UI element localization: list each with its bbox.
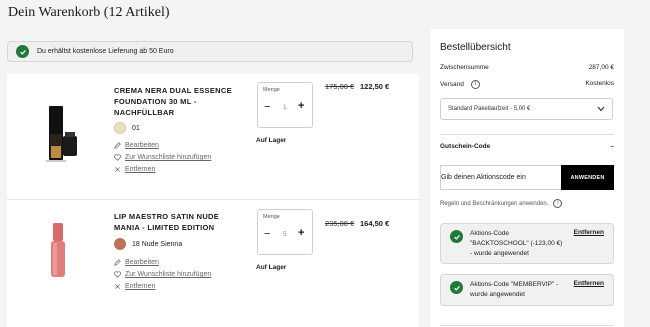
edit-link[interactable]: Bearbeiten: [114, 259, 159, 266]
summary-title: Bestellübersicht: [440, 42, 511, 53]
heart-icon: [114, 154, 121, 161]
promo-text: Aktions-Code "BACKTOSCHOOL" (-123,00 €) …: [470, 230, 563, 257]
voucher-label: Gutschein-Code: [440, 143, 491, 150]
shade-swatch: [114, 238, 126, 250]
pencil-icon: [114, 259, 121, 266]
discounted-price: 164,50 €: [360, 219, 390, 228]
stock-status: Auf Lager: [256, 264, 287, 271]
shade-selector: 01: [114, 122, 140, 134]
notice-text: Du erhältst kostenlose Lieferung ab 50 E…: [37, 48, 174, 55]
remove-label: Entfernen: [125, 166, 156, 173]
applied-promo: Aktions-Code "BACKTOSCHOOL" (-123,00 €) …: [440, 223, 614, 264]
cart-items: CREMA NERA DUAL ESSENCE FOUNDATION 30 ML…: [7, 74, 419, 327]
quantity-value[interactable]: 1: [283, 104, 287, 111]
wishlist-label: Zur Wunschliste hinzufügen: [125, 154, 212, 161]
voucher-toggle[interactable]: Gutschein-Code –: [440, 143, 614, 150]
subtotal-row: Zwischensumme 287,00 €: [440, 64, 614, 71]
edit-link[interactable]: Bearbeiten: [114, 142, 159, 149]
page-title: Dein Warenkorb (12 Artikel): [8, 5, 170, 20]
product-image-lipstick[interactable]: [29, 221, 87, 281]
promo-code-input[interactable]: Gib deinen Aktionscode ein: [440, 165, 561, 190]
quantity-stepper: Menge − 1 +: [257, 82, 313, 128]
shipping-value: Kostenlos: [585, 80, 614, 87]
divider: [440, 134, 614, 135]
free-delivery-notice: Du erhältst kostenlose Lieferung ab 50 E…: [7, 41, 413, 62]
remove-label: Entfernen: [125, 283, 156, 290]
check-icon: [450, 281, 463, 294]
remove-promo-button[interactable]: Entfernen: [574, 280, 604, 287]
applied-promo: Aktions-Code "MEMBERVIP" - wurde angewen…: [440, 274, 614, 306]
wishlist-label: Zur Wunschliste hinzufügen: [125, 271, 212, 278]
close-icon: [115, 284, 120, 289]
rules-text: Regeln und Beschränkungen anwenden.: [440, 200, 549, 207]
quantity-label: Menge: [263, 87, 280, 93]
wishlist-link[interactable]: Zur Wunschliste hinzufügen: [114, 154, 211, 161]
info-icon[interactable]: i: [553, 199, 563, 208]
info-icon[interactable]: i: [470, 80, 480, 89]
remove-link[interactable]: Entfernen: [114, 166, 155, 173]
shade-selector: 18 Nude Sienna: [114, 238, 182, 250]
promo-code-placeholder: Gib deinen Aktionscode ein: [441, 174, 526, 181]
quantity-stepper: Menge − 5 +: [257, 209, 313, 255]
chevron-down-icon: [597, 106, 605, 112]
edit-label: Bearbeiten: [125, 259, 159, 266]
decrease-quantity-button[interactable]: −: [264, 228, 270, 240]
check-icon: [450, 230, 463, 243]
shade-swatch: [114, 122, 126, 134]
decrease-quantity-button[interactable]: −: [264, 101, 270, 113]
original-price: 175,00 €: [325, 82, 355, 91]
product-name[interactable]: LIP MAESTRO SATIN NUDE MANIA - LIMITED E…: [114, 211, 232, 233]
shipping-method-select[interactable]: Standard Paketlaufzeit - 5,00 €: [440, 98, 613, 120]
stock-status: Auf Lager: [256, 137, 287, 144]
discounted-price: 122,50 €: [360, 82, 390, 91]
quantity-value[interactable]: 5: [283, 231, 287, 238]
subtotal-label: Zwischensumme: [440, 64, 489, 71]
cart-item: CREMA NERA DUAL ESSENCE FOUNDATION 30 ML…: [7, 74, 419, 200]
shipping-label: Versand: [440, 81, 464, 89]
increase-quantity-button[interactable]: +: [298, 100, 304, 112]
product-image-foundation[interactable]: [29, 104, 87, 164]
shipping-option: Standard Paketlaufzeit - 5,00 €: [448, 106, 531, 112]
check-icon: [16, 45, 29, 58]
collapse-icon: –: [610, 143, 614, 150]
divider: [440, 325, 614, 326]
shade-name: 18 Nude Sienna: [132, 240, 183, 248]
apply-button[interactable]: ANWENDEN: [561, 165, 614, 190]
rules-row: Regeln und Beschränkungen anwenden. i: [440, 199, 563, 208]
edit-label: Bearbeiten: [125, 142, 159, 149]
original-price: 235,00 €: [325, 219, 355, 228]
shade-name: 01: [132, 124, 140, 132]
shipping-row: Versand i Kostenlos: [440, 80, 614, 89]
close-icon: [115, 167, 120, 172]
quantity-label: Menge: [263, 214, 280, 220]
cart-item: LIP MAESTRO SATIN NUDE MANIA - LIMITED E…: [7, 201, 419, 327]
wishlist-link[interactable]: Zur Wunschliste hinzufügen: [114, 271, 211, 278]
product-name[interactable]: CREMA NERA DUAL ESSENCE FOUNDATION 30 ML…: [114, 85, 232, 118]
pencil-icon: [114, 142, 121, 149]
heart-icon: [114, 271, 121, 278]
remove-link[interactable]: Entfernen: [114, 283, 155, 290]
remove-promo-button[interactable]: Entfernen: [574, 229, 604, 236]
promo-text: Aktions-Code "MEMBERVIP" - wurde angewen…: [470, 281, 559, 298]
increase-quantity-button[interactable]: +: [298, 227, 304, 239]
order-summary: Bestellübersicht Zwischensumme 287,00 € …: [430, 29, 624, 327]
subtotal-value: 287,00 €: [588, 64, 614, 71]
